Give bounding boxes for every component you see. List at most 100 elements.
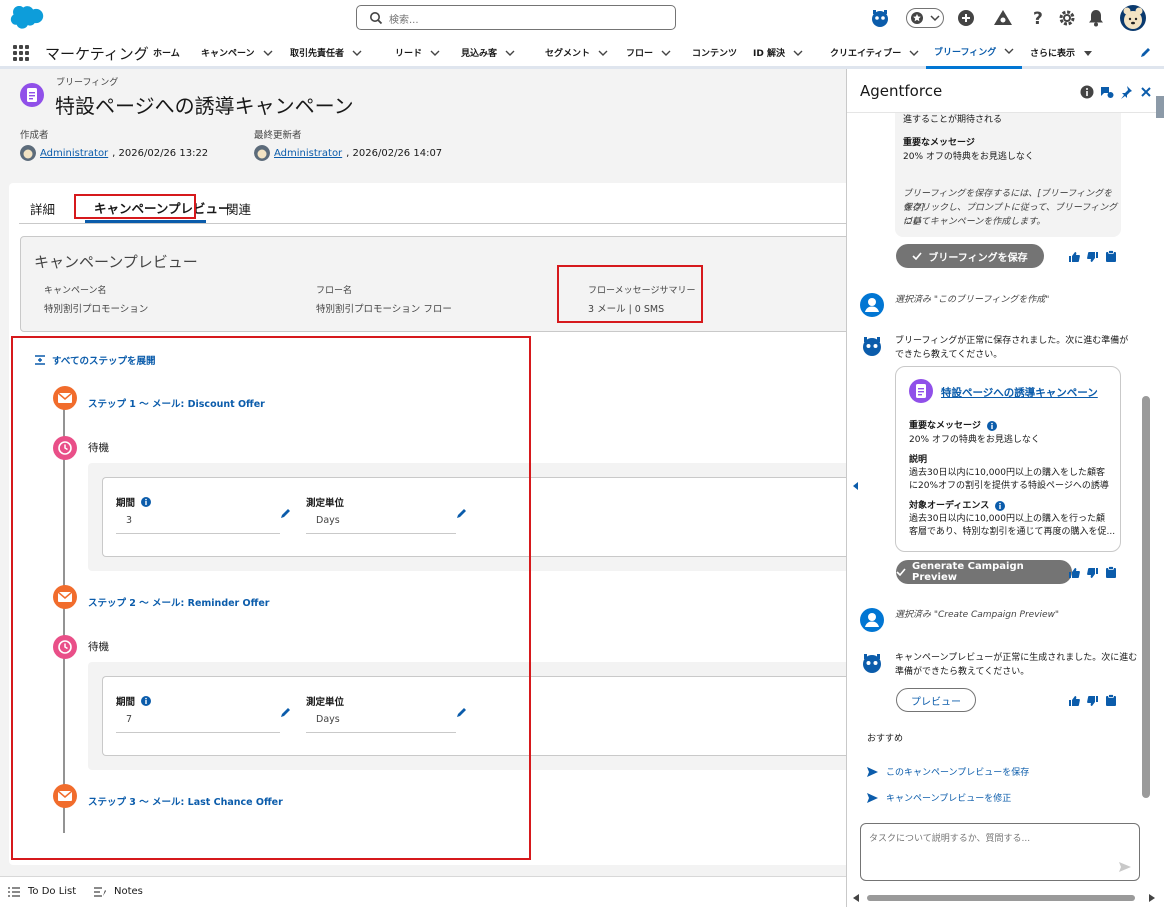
favorites-icon[interactable]: [906, 8, 944, 28]
thumbs-up-icon[interactable]: [1068, 251, 1080, 263]
info-icon[interactable]: [986, 421, 997, 431]
nav-item-home[interactable]: ホーム: [153, 36, 180, 69]
chevron-down-icon[interactable]: [598, 48, 608, 58]
nav-item-flows[interactable]: フロー: [626, 36, 671, 69]
generate-campaign-preview-button[interactable]: Generate Campaign Preview: [896, 560, 1072, 584]
copy-clipboard-icon[interactable]: [1105, 694, 1117, 706]
close-icon[interactable]: [1139, 85, 1153, 99]
nav-item-label: 取引先責任者: [290, 49, 345, 59]
app-launcher-icon[interactable]: [13, 45, 29, 61]
save-briefing-button[interactable]: ブリーフィングを保存: [896, 244, 1044, 268]
chevron-down-icon[interactable]: [909, 48, 919, 58]
horizontal-scrollbar[interactable]: [853, 893, 1159, 903]
setup-gear-icon[interactable]: [1053, 4, 1081, 32]
nav-item-label: セグメント: [545, 49, 591, 59]
nav-item-more[interactable]: さらに表示: [1030, 36, 1093, 69]
todo-list-button[interactable]: To Do List: [8, 886, 76, 897]
user-avatar[interactable]: [1119, 4, 1147, 32]
nav-item-creative[interactable]: クリエイティブー: [830, 36, 919, 69]
input-placeholder: タスクについて説明するか、質問する...: [869, 834, 1031, 844]
thumbs-up-icon[interactable]: [1068, 695, 1080, 707]
modified-by-link[interactable]: Administrator: [274, 148, 342, 159]
thumbs-down-icon[interactable]: [1087, 695, 1099, 707]
field-label: 重要なメッセージ: [909, 421, 981, 431]
caret-down-icon[interactable]: [1083, 48, 1093, 58]
list-icon: [8, 886, 20, 897]
scroll-right-icon[interactable]: [1149, 894, 1155, 902]
nav-item-segments[interactable]: セグメント: [545, 36, 608, 69]
thumbs-down-icon[interactable]: [1087, 567, 1099, 579]
record-object-label: ブリーフィング: [56, 78, 119, 88]
suggestion-edit-preview[interactable]: キャンペーンプレビューを修正: [867, 791, 1011, 804]
created-by-link[interactable]: Administrator: [40, 148, 108, 159]
agentforce-icon[interactable]: [866, 4, 894, 32]
highlight-box-summary: [557, 265, 703, 323]
copy-clipboard-icon[interactable]: [1105, 250, 1117, 262]
edit-nav-pencil-icon[interactable]: [1140, 46, 1152, 58]
preview-button[interactable]: プレビュー: [896, 688, 976, 712]
agent-message-input[interactable]: タスクについて説明するか、質問する...: [860, 823, 1140, 881]
briefing-record-card: 特設ページへの誘導キャンペーン 重要なメッセージ 20% オフの特典をお見逃しな…: [895, 366, 1121, 552]
record-header: ブリーフィング 特設ページへの誘導キャンペーン 作成者 Administrato…: [0, 69, 848, 179]
msg-text: できたら教えてください。: [895, 350, 1003, 360]
agentforce-title: Agentforce: [860, 82, 943, 100]
nav-item-campaigns[interactable]: キャンペーン: [201, 36, 273, 69]
tab-related[interactable]: 関連: [226, 199, 251, 218]
nav-item-label: ブリーフィング: [934, 47, 997, 58]
thumbs-up-icon[interactable]: [1068, 567, 1080, 579]
chevron-down-icon[interactable]: [505, 48, 515, 58]
add-icon[interactable]: [952, 4, 980, 32]
thumbs-down-icon[interactable]: [1087, 251, 1099, 263]
salesforce-logo-icon[interactable]: [10, 6, 46, 30]
collapse-panel-icon[interactable]: [853, 482, 858, 490]
nav-item-label: コンテンツ: [692, 49, 738, 59]
check-icon: [912, 252, 923, 260]
nav-item-content[interactable]: コンテンツ: [692, 36, 737, 69]
panel-scrollbar[interactable]: [1142, 396, 1150, 798]
nav-item-contacts[interactable]: 取引先責任者: [290, 36, 362, 69]
horizontal-scroll-thumb[interactable]: [867, 895, 1135, 901]
flow-name-label: フロー名: [316, 286, 353, 296]
info-icon[interactable]: [1080, 85, 1094, 99]
created-at: , 2026/02/26 13:22: [112, 147, 209, 159]
campaign-preview-summary: キャンペーンプレビュー キャンペーン名 特別割引プロモーション フロー名 特別割…: [20, 236, 850, 332]
creator-avatar: [20, 145, 36, 161]
new-chat-icon[interactable]: [1100, 85, 1114, 99]
pin-icon[interactable]: [1119, 85, 1133, 99]
chevron-down-icon[interactable]: [661, 48, 671, 58]
suggestion-save-preview[interactable]: このキャンペーンプレビューを保存: [867, 765, 1029, 778]
scroll-left-icon[interactable]: [853, 894, 859, 902]
notes-button[interactable]: Notes: [94, 886, 143, 897]
chevron-down-icon[interactable]: [263, 48, 273, 58]
copy-clipboard-icon[interactable]: [1105, 566, 1117, 578]
nav-item-prospects[interactable]: 見込み客: [461, 36, 515, 69]
notifications-bell-icon[interactable]: [1082, 4, 1110, 32]
msg-text: 重要なメッセージ: [903, 138, 975, 148]
global-search-input[interactable]: 検索...: [356, 5, 676, 30]
msg-text: 準備ができたら教えてください。: [895, 667, 1030, 677]
field-value: 20% オフの特典をお見逃しなく: [909, 435, 1040, 445]
tab-details[interactable]: 詳細: [30, 199, 55, 218]
chevron-down-icon[interactable]: [352, 48, 362, 58]
help-icon[interactable]: ?: [1024, 4, 1052, 32]
chevron-down-icon[interactable]: [793, 48, 803, 58]
chevron-down-icon[interactable]: [430, 48, 440, 58]
nav-item-identity-resolution[interactable]: ID 解決: [753, 36, 803, 69]
chevron-down-icon[interactable]: [1004, 46, 1014, 56]
card-field-key-message: 重要なメッセージ: [909, 419, 997, 433]
panel-edge-handle[interactable]: [1156, 96, 1164, 118]
msg-text: づいてキャンペーンを作成します。: [903, 217, 1046, 227]
generate-campaign-preview-label: Generate Campaign Preview: [911, 561, 1024, 583]
briefing-record-link[interactable]: 特設ページへの誘導キャンペーン: [941, 385, 1098, 400]
nav-item-label: ID 解決: [753, 49, 785, 59]
info-icon[interactable]: [995, 501, 1006, 511]
send-arrow-icon: [867, 792, 878, 803]
bot-message-1: 進することが期待される 重要なメッセージ 20% オフの特典をお見逃しなく ブリ…: [895, 113, 1121, 237]
nav-item-briefing[interactable]: ブリーフィング: [926, 36, 1023, 69]
trailhead-icon[interactable]: [989, 4, 1017, 32]
send-icon[interactable]: [1119, 862, 1131, 872]
agent-bot-icon: [863, 654, 881, 673]
field-label: 対象オーディエンス: [909, 501, 990, 511]
field-value: 客層であり、特別な割引を通じて再度の購入を促...: [909, 527, 1116, 537]
nav-item-leads[interactable]: リード: [395, 36, 440, 69]
